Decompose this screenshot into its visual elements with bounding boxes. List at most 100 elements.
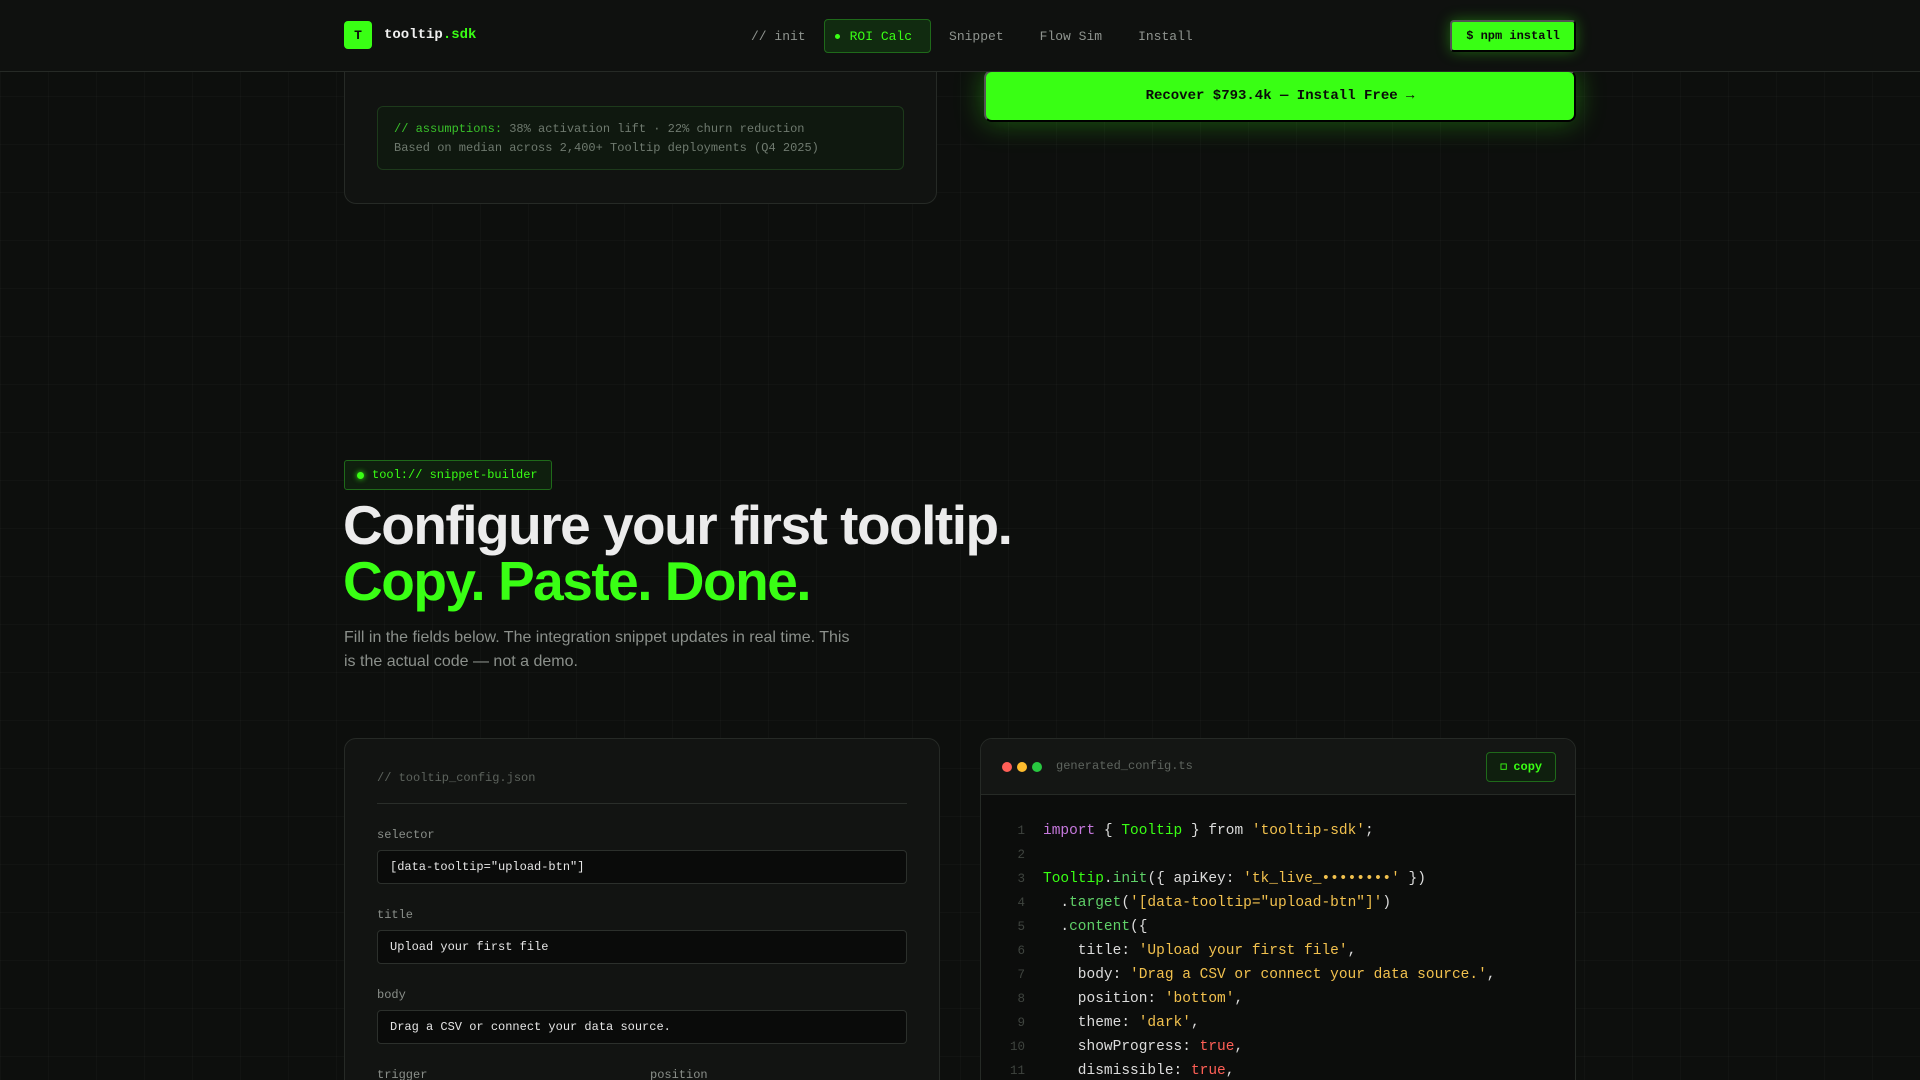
code-text: .content({ xyxy=(1043,919,1147,935)
copy-button[interactable]: ◻ copy xyxy=(1486,752,1556,782)
code-token: , xyxy=(1347,943,1357,959)
code-token: , xyxy=(1190,1015,1200,1031)
code-token: ({ xyxy=(1130,919,1148,935)
window-close-dot-icon xyxy=(1002,762,1012,772)
code-token: theme: xyxy=(1043,1015,1139,1031)
line-number: 3 xyxy=(1017,872,1025,886)
line-number: 10 xyxy=(1009,1040,1025,1054)
divider xyxy=(377,803,907,804)
code-line: 5 .content({ xyxy=(981,915,1147,939)
code-line: 9 theme: 'dark', xyxy=(981,1011,1200,1035)
title-label: title xyxy=(377,908,414,922)
code-line: 10 showProgress: true, xyxy=(981,1035,1243,1059)
code-token: import xyxy=(1043,823,1096,839)
code-text: dismissible: true, xyxy=(1043,1063,1235,1079)
code-token: 'tk_live_••••••••' xyxy=(1243,871,1400,887)
badge-label: tool:// snippet-builder xyxy=(372,468,538,482)
code-token: ) xyxy=(1382,895,1392,911)
assumptions-text: 38% activation lift · 22% churn reductio… xyxy=(509,122,805,136)
nav-item-flow-sim[interactable]: Flow Sim xyxy=(1022,19,1120,53)
code-token: true xyxy=(1199,1039,1235,1055)
logo-text: tooltip.sdk xyxy=(384,27,476,43)
code-token: } from xyxy=(1182,823,1252,839)
code-line: 2 xyxy=(981,843,1043,867)
code-token: , xyxy=(1225,1063,1235,1079)
code-token: , xyxy=(1234,991,1244,1007)
trigger-label: trigger xyxy=(377,1068,428,1080)
code-token: title: xyxy=(1043,943,1139,959)
assumptions-box: // assumptions: 38% activation lift · 22… xyxy=(377,106,904,170)
active-dot-icon xyxy=(834,33,840,39)
code-token: Tooltip xyxy=(1043,871,1104,887)
code-token: target xyxy=(1069,895,1122,911)
code-line: 7 body: 'Drag a CSV or connect your data… xyxy=(981,963,1495,987)
code-text: showProgress: true, xyxy=(1043,1039,1243,1055)
code-line: 4 .target('[data-tooltip="upload-btn"]') xyxy=(981,891,1391,915)
code-token: 'bottom' xyxy=(1164,991,1235,1007)
code-token: . xyxy=(1103,871,1113,887)
line-number: 11 xyxy=(1009,1064,1025,1078)
line-number: 8 xyxy=(1017,992,1025,1006)
nav-item-roi-calc[interactable]: ROI Calc xyxy=(823,19,932,53)
selector-label: selector xyxy=(377,828,435,842)
code-token: ({ apiKey: xyxy=(1147,871,1244,887)
window-minimize-dot-icon xyxy=(1017,762,1027,772)
logo-name: tooltip xyxy=(384,27,443,43)
code-filename: generated_config.ts xyxy=(1056,759,1193,773)
code-token: 'Upload your first file' xyxy=(1138,943,1348,959)
nav-item-snippet[interactable]: Snippet xyxy=(931,19,1022,53)
code-preview-card: generated_config.ts ◻ copy 1 import { Tool… xyxy=(980,738,1576,1080)
logo[interactable]: T tooltip.sdk xyxy=(344,21,476,49)
code-token: '[data-tooltip="upload-btn"]' xyxy=(1130,895,1383,911)
code-token: }) xyxy=(1399,871,1426,887)
nav-item-roi-calc-label: ROI Calc xyxy=(849,28,913,44)
title-input[interactable]: Upload your first file xyxy=(377,930,907,964)
line-number: 2 xyxy=(1017,848,1025,862)
code-line: 8 position: 'bottom', xyxy=(981,987,1243,1011)
code-token: Tooltip xyxy=(1121,823,1183,839)
status-dot-icon xyxy=(357,471,364,479)
code-text: .target('[data-tooltip="upload-btn"]') xyxy=(1043,895,1391,911)
window-maximize-dot-icon xyxy=(1032,762,1042,772)
code-token: { xyxy=(1095,823,1122,839)
code-token: . xyxy=(1043,919,1070,935)
section-description: Fill in the fields below. The integratio… xyxy=(344,629,850,670)
line-number: 6 xyxy=(1017,944,1025,958)
snippet-builder-badge: tool:// snippet-builder xyxy=(344,460,552,490)
code-token: position: xyxy=(1043,991,1165,1007)
code-token: ; xyxy=(1365,823,1374,839)
code-token: . xyxy=(1043,895,1070,911)
code-header: generated_config.ts ◻ copy xyxy=(981,739,1575,795)
recover-install-button[interactable]: Recover $793.4k — Install Free → xyxy=(984,70,1576,122)
code-text: Tooltip.init({ apiKey: 'tk_live_••••••••… xyxy=(1043,871,1426,887)
code-text: import { Tooltip } from 'tooltip-sdk'; xyxy=(1043,823,1374,839)
code-token: 'dark' xyxy=(1138,1015,1191,1031)
logo-suffix: .sdk xyxy=(442,27,477,43)
line-number: 9 xyxy=(1017,1016,1025,1030)
code-line: 11 dismissible: true, xyxy=(981,1059,1234,1080)
code-token: ( xyxy=(1121,895,1131,911)
body-input[interactable]: Drag a CSV or connect your data source. xyxy=(377,1010,907,1044)
copy-icon: ◻ xyxy=(1499,762,1508,772)
code-token: content xyxy=(1069,919,1131,935)
npm-install-button[interactable]: $ npm install xyxy=(1450,20,1576,52)
code-token: true xyxy=(1190,1063,1226,1079)
code-token: , xyxy=(1486,967,1496,983)
form-comment: // tooltip_config.json xyxy=(377,771,536,785)
nav-item-install[interactable]: Install xyxy=(1120,19,1211,53)
body-label: body xyxy=(377,988,406,1002)
code-line: 3 Tooltip.init({ apiKey: 'tk_live_•••••••… xyxy=(981,867,1426,891)
line-number: 5 xyxy=(1017,920,1025,934)
selector-input[interactable]: [data-tooltip="upload-btn"] xyxy=(377,850,907,884)
nav-item-init[interactable]: // init xyxy=(733,19,824,53)
code-token: init xyxy=(1112,871,1148,887)
code-text: title: 'Upload your first file', xyxy=(1043,943,1356,959)
position-label: position xyxy=(650,1068,708,1080)
line-number: 7 xyxy=(1017,968,1025,982)
page-title: Configure your first tooltip. xyxy=(343,494,1013,556)
code-token: , xyxy=(1234,1039,1244,1055)
code-text: theme: 'dark', xyxy=(1043,1015,1200,1031)
code-line: 1 import { Tooltip } from 'tooltip-sdk'; xyxy=(981,819,1374,843)
code-text: position: 'bottom', xyxy=(1043,991,1243,1007)
code-line: 6 title: 'Upload your first file', xyxy=(981,939,1356,963)
